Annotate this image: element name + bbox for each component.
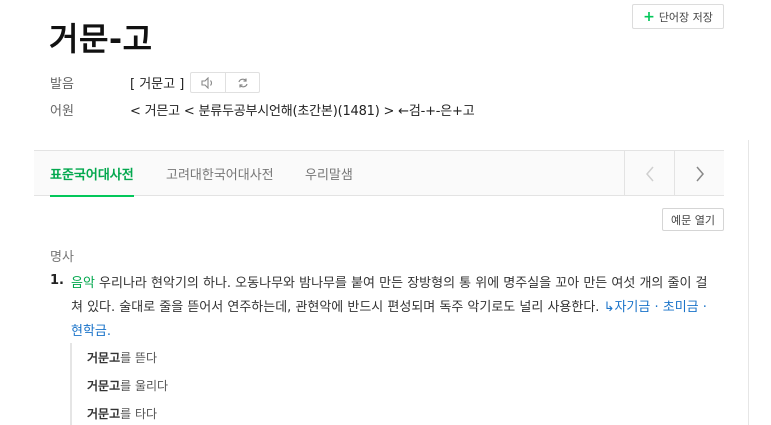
save-to-wordbook-label: 단어장 저장 [658,10,713,24]
pronunciation-label: 발음 [50,77,74,92]
definition-text: 음악 우리나라 현악기의 하나. 오동나무와 밤나무를 붙여 만든 장방형의 통… [71,272,719,344]
chevron-left-icon [645,166,654,181]
example-rest: 를 뜯다 [120,350,158,365]
related-arrow-icon: ↳ [603,300,615,315]
repeat-icon [238,78,248,87]
dictionary-tab-bar: 표준국어대사전 고려대한국어대사전 우리말샘 [34,150,724,197]
pronunciation-value: [ 거문고 ] [130,77,185,92]
entry-headword: 거문-고 [49,20,153,58]
example-rest: 를 타다 [120,406,158,421]
definition-number: 1. [50,273,64,288]
example-rest: 를 울리다 [120,378,169,393]
plus-icon: + [643,8,655,25]
etymology-label: 어원 [50,104,74,119]
speaker-icon [201,76,213,89]
tab-prev-button[interactable] [624,151,674,196]
example-headword: 거문고 [87,350,121,365]
open-examples-button[interactable]: 예문 열기 [662,208,724,231]
tab-urimalsaem-label: 우리말샘 [305,168,353,183]
tab-next-button[interactable] [674,151,724,196]
pronunciation-controls [190,72,261,93]
tab-standard-dictionary-label: 표준국어대사전 [50,168,134,183]
part-of-speech: 명사 [50,250,74,265]
example-headword: 거문고 [87,378,121,393]
example-item: 거문고 를 뜯다 [72,343,370,371]
etymology-value: < 거믄고 < 분류두공부시언해(초간본)(1481) > ←검-+-은+고 [130,104,475,119]
category-tag: 음악 [71,276,95,291]
tab-urimalsaem[interactable]: 우리말샘 [305,151,353,196]
play-audio-button[interactable] [191,73,225,92]
save-to-wordbook-button[interactable]: + 단어장 저장 [632,4,724,29]
active-tab-indicator [50,195,134,197]
example-item: 거문고 를 타다 [72,399,370,425]
content-divider [748,140,749,425]
repeat-audio-button[interactable] [225,73,259,92]
chevron-right-icon [695,166,704,181]
etymology-row: 어원 < 거믄고 < 분류두공부시언해(초간본)(1481) > ←검-+-은+… [50,100,475,119]
example-headword: 거문고 [87,406,121,421]
pronunciation-row: 발음 [ 거문고 ] [50,72,261,93]
tab-standard-dictionary[interactable]: 표준국어대사전 [50,151,134,197]
example-list: 거문고 를 뜯다 거문고 를 울리다 거문고 를 타다 [70,343,370,425]
example-item: 거문고 를 울리다 [72,371,370,399]
tab-korea-univ-dictionary-label: 고려대한국어대사전 [166,168,274,183]
tab-korea-univ-dictionary[interactable]: 고려대한국어대사전 [166,151,274,196]
